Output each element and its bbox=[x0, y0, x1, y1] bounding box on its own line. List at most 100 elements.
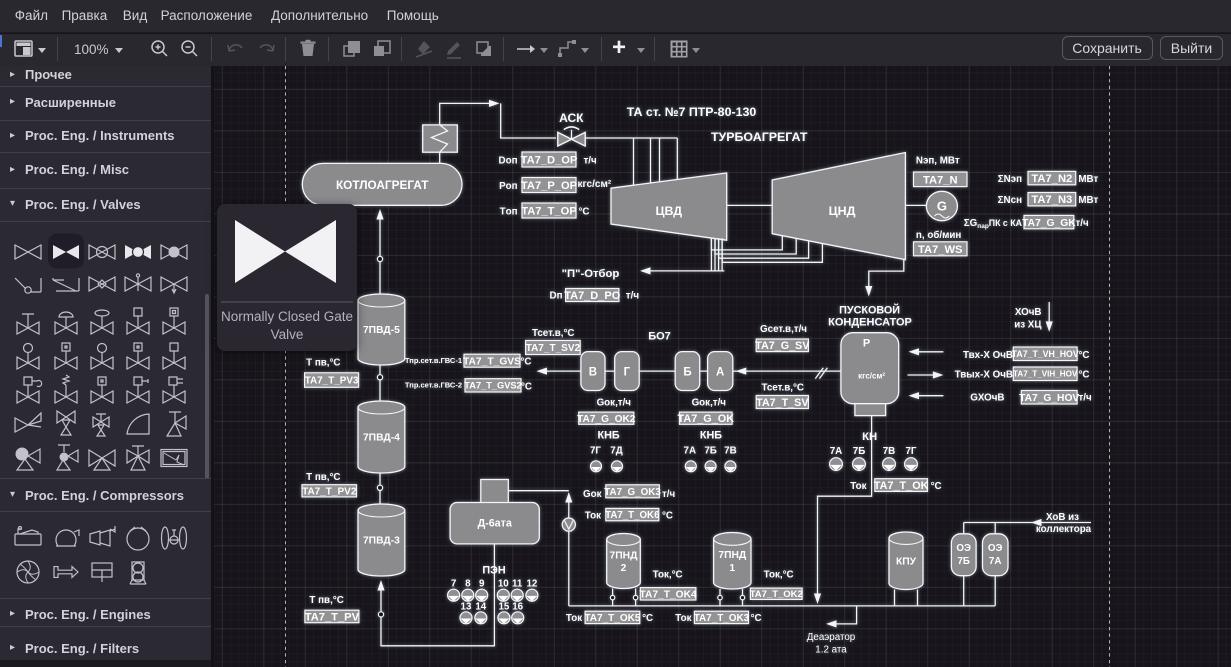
svg-text:Ток: Ток bbox=[675, 613, 691, 624]
svg-text:°C: °C bbox=[662, 511, 673, 522]
svg-text:КПУ: КПУ bbox=[896, 556, 917, 567]
svg-text:Nэп, МВт: Nэп, МВт bbox=[916, 156, 960, 167]
svg-text:7Г: 7Г bbox=[905, 446, 916, 457]
svg-text:TA7_G_SV: TA7_G_SV bbox=[755, 340, 810, 352]
svg-text:ТА ст. №7 ПТР-80-130: ТА ст. №7 ПТР-80-130 bbox=[627, 105, 757, 119]
svg-text:TA7_T_PV: TA7_T_PV bbox=[305, 611, 360, 623]
svg-text:TA7_G_OK: TA7_G_OK bbox=[678, 413, 735, 425]
svg-text:ΣNэп: ΣNэп bbox=[998, 174, 1022, 185]
svg-text:ХОчВ: ХОчВ bbox=[1015, 307, 1042, 318]
svg-text:ЦНД: ЦНД bbox=[829, 204, 856, 218]
svg-text:Б: Б bbox=[683, 367, 691, 379]
svg-text:коллектора: коллектора bbox=[1036, 524, 1092, 535]
svg-text:кгс/см²: кгс/см² bbox=[578, 179, 612, 190]
svg-text:TA7_T_SV2: TA7_T_SV2 bbox=[526, 343, 581, 354]
svg-text:°С: °С bbox=[1079, 350, 1090, 361]
svg-text:Ток,°С: Ток,°С bbox=[764, 570, 794, 581]
svg-text:Тпр.сет.в.ГВС-2: Тпр.сет.в.ГВС-2 bbox=[405, 380, 462, 389]
svg-text:ОЭ: ОЭ bbox=[988, 543, 1003, 554]
svg-text:Т пв,°С: Т пв,°С bbox=[306, 358, 340, 369]
svg-text:TA7_T_GVS2: TA7_T_GVS2 bbox=[464, 381, 521, 391]
svg-text:12: 12 bbox=[526, 579, 537, 590]
svg-text:КОНДЕНСАТОР: КОНДЕНСАТОР bbox=[828, 317, 912, 329]
svg-text:16: 16 bbox=[512, 602, 523, 613]
svg-text:Тпр.сет.в.ГВС-1: Тпр.сет.в.ГВС-1 bbox=[405, 356, 462, 365]
svg-text:TA7_T_VIH_HOV: TA7_T_VIH_HOV bbox=[1013, 370, 1078, 379]
svg-text:°C: °C bbox=[642, 613, 653, 624]
svg-text:°C: °C bbox=[521, 381, 532, 392]
svg-text:TA7_P_OP: TA7_P_OP bbox=[521, 180, 578, 192]
svg-text:TA7_D_PO: TA7_D_PO bbox=[564, 290, 620, 302]
svg-text:Тсет.в,°С: Тсет.в,°С bbox=[761, 383, 804, 394]
svg-text:8: 8 bbox=[465, 579, 471, 590]
svg-text:7Б: 7Б bbox=[853, 446, 866, 457]
svg-text:n, об/мин: n, об/мин bbox=[916, 230, 961, 241]
svg-text:14: 14 bbox=[475, 602, 486, 613]
svg-text:Ток: Ток bbox=[585, 511, 601, 522]
svg-text:ПЭН: ПЭН bbox=[482, 565, 505, 577]
svg-text:Твых-Х ОчВ: Твых-Х ОчВ bbox=[955, 370, 1013, 381]
svg-text:1: 1 bbox=[729, 563, 735, 574]
svg-text:ХоВ из: ХоВ из bbox=[1046, 512, 1079, 523]
svg-text:Gсет.в,т/ч: Gсет.в,т/ч bbox=[760, 324, 807, 335]
svg-text:GХОчВ: GХОчВ bbox=[970, 393, 1004, 404]
svg-text:G: G bbox=[937, 199, 947, 214]
svg-text:Normally Closed Gate: Normally Closed Gate bbox=[221, 309, 353, 324]
svg-text:7А: 7А bbox=[830, 446, 843, 457]
svg-text:TA7_T_OK: TA7_T_OK bbox=[874, 480, 929, 492]
svg-text:7ПНД: 7ПНД bbox=[610, 550, 639, 561]
svg-text:ЦВД: ЦВД bbox=[655, 204, 682, 218]
svg-text:10: 10 bbox=[498, 579, 509, 590]
svg-text:Т пв,°С: Т пв,°С bbox=[309, 595, 343, 606]
svg-text:TA7_T_VH_HOV: TA7_T_VH_HOV bbox=[1012, 349, 1079, 359]
svg-text:Тсет.в,°С: Тсет.в,°С bbox=[532, 328, 575, 339]
svg-text:Gок,т/ч: Gок,т/ч bbox=[692, 398, 727, 409]
svg-text:Ток,°С: Ток,°С bbox=[653, 570, 683, 581]
svg-text:Р: Р bbox=[863, 338, 870, 350]
svg-text:из ХЦ: из ХЦ bbox=[1014, 320, 1042, 331]
svg-text:т/ч: т/ч bbox=[626, 291, 640, 302]
svg-text:Деаэратор: Деаэратор bbox=[807, 632, 856, 643]
svg-text:ΣGпарПК с КА: ΣGпарПК с КА bbox=[964, 218, 1023, 230]
svg-text:TA7_T_PV3: TA7_T_PV3 bbox=[305, 376, 359, 387]
svg-text:Valve: Valve bbox=[271, 327, 304, 342]
svg-text:кгс/см²: кгс/см² bbox=[858, 372, 885, 381]
svg-text:В: В bbox=[589, 367, 597, 379]
svg-text:TA7_T_OK6: TA7_T_OK6 bbox=[605, 510, 660, 521]
svg-text:ОЭ: ОЭ bbox=[956, 543, 971, 554]
svg-text:°C: °C bbox=[521, 356, 532, 367]
svg-text:7А: 7А bbox=[684, 446, 697, 457]
svg-text:Твх-Х ОчВ: Твх-Х ОчВ bbox=[963, 350, 1013, 361]
svg-text:7ПВД-5: 7ПВД-5 bbox=[363, 325, 400, 336]
svg-text:7Б: 7Б bbox=[704, 446, 717, 457]
svg-text:TA7_T_SV: TA7_T_SV bbox=[756, 397, 809, 409]
svg-text:1.2 ата: 1.2 ата bbox=[815, 645, 847, 656]
svg-text:т/ч: т/ч bbox=[662, 489, 676, 500]
svg-text:TA7_N3: TA7_N3 bbox=[1031, 194, 1072, 206]
svg-text:TA7_G_GK: TA7_G_GK bbox=[1022, 218, 1076, 229]
svg-text:т/ч: т/ч bbox=[1076, 218, 1090, 229]
svg-text:КНБ: КНБ bbox=[598, 430, 620, 442]
svg-text:°C: °C bbox=[751, 613, 762, 624]
svg-text:"П"-Отбор: "П"-Отбор bbox=[562, 268, 620, 280]
svg-text:Д-6ата: Д-6ата bbox=[478, 518, 513, 530]
svg-text:КОТЛОАГРЕГАТ: КОТЛОАГРЕГАТ bbox=[336, 178, 429, 192]
svg-text:7Г: 7Г bbox=[590, 446, 601, 457]
svg-text:TA7_G_OK2: TA7_G_OK2 bbox=[577, 414, 636, 425]
svg-text:7Д: 7Д bbox=[610, 446, 622, 457]
svg-text:Ток: Ток bbox=[566, 613, 582, 624]
svg-text:МВт: МВт bbox=[1078, 174, 1098, 185]
svg-text:Ток: Ток bbox=[850, 481, 866, 492]
svg-text:TA7_T_GVS: TA7_T_GVS bbox=[463, 356, 521, 367]
svg-text:Gок: Gок bbox=[583, 489, 602, 500]
svg-text:TA7_WS: TA7_WS bbox=[918, 244, 963, 256]
svg-text:Tоп: Tоп bbox=[500, 207, 518, 218]
svg-text:TA7_T_OK5: TA7_T_OK5 bbox=[584, 613, 641, 624]
svg-text:КН: КН bbox=[862, 431, 877, 443]
svg-text:МВт: МВт bbox=[1078, 195, 1098, 206]
svg-text:АСК: АСК bbox=[559, 111, 584, 125]
svg-text:7В: 7В bbox=[724, 446, 737, 457]
svg-text:TA7_T_OP: TA7_T_OP bbox=[521, 206, 577, 218]
svg-text:Gок,т/ч: Gок,т/ч bbox=[597, 398, 632, 409]
svg-text:TA7_G_OK3: TA7_G_OK3 bbox=[604, 487, 661, 498]
